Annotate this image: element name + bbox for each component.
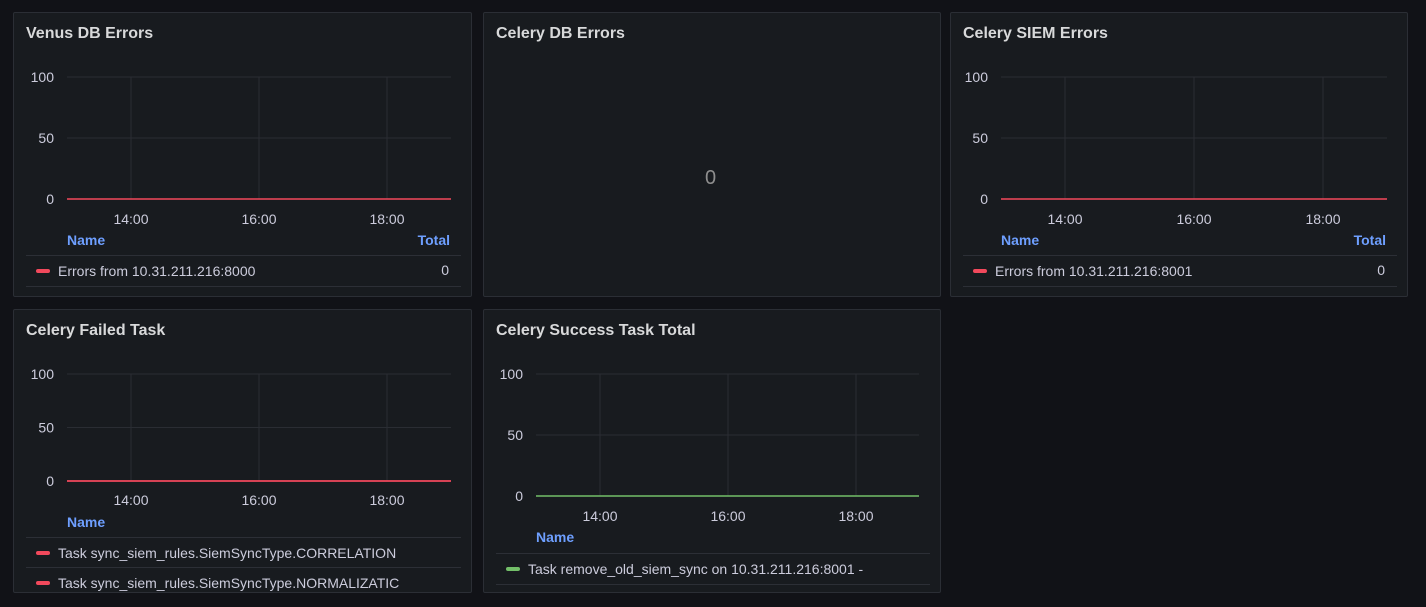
legend-header-name[interactable]: Name: [67, 232, 105, 248]
series-color-swatch: [36, 551, 50, 555]
x-tick-label: 18:00: [838, 508, 873, 524]
x-tick-label: 18:00: [1305, 211, 1340, 227]
x-tick-label: 18:00: [369, 492, 404, 508]
legend-item[interactable]: Errors from 10.31.211.216:8001 0: [963, 255, 1397, 287]
legend-header-name[interactable]: Name: [1001, 232, 1039, 248]
timeseries-chart[interactable]: 100 50 0 14:00 16:00 18:00: [14, 310, 472, 515]
x-tick-label: 16:00: [1176, 211, 1211, 227]
series-color-swatch: [36, 581, 50, 585]
legend-label: Errors from 10.31.211.216:8000: [58, 263, 256, 279]
panel-celery-failed-task[interactable]: Celery Failed Task 100 50 0 14:00 16:00 18:00…: [13, 309, 472, 593]
x-tick-label: 18:00: [369, 211, 404, 227]
series-color-swatch: [36, 269, 50, 273]
legend-label: Task sync_siem_rules.SiemSyncType.CORREL…: [58, 545, 397, 561]
legend-item[interactable]: Task sync_siem_rules.SiemSyncType.NORMAL…: [26, 567, 461, 592]
legend-header-total[interactable]: Total: [1354, 232, 1386, 248]
y-tick-label: 100: [500, 366, 524, 382]
series-color-swatch: [973, 269, 987, 273]
legend-header-name[interactable]: Name: [67, 514, 105, 530]
y-tick-label: 0: [515, 488, 523, 504]
x-tick-label: 14:00: [582, 508, 617, 524]
panel-celery-siem-errors[interactable]: Celery SIEM Errors 100 50 0 14:00 16:00 18:00…: [950, 12, 1408, 297]
panel-celery-success-task-total[interactable]: Celery Success Task Total 100 50 0 14:00 16:…: [483, 309, 941, 593]
legend-header-name[interactable]: Name: [536, 529, 574, 545]
series-color-swatch: [506, 567, 520, 571]
x-tick-label: 16:00: [241, 211, 276, 227]
x-tick-label: 16:00: [241, 492, 276, 508]
legend-total-value: 0: [1377, 262, 1385, 278]
y-tick-label: 50: [507, 427, 523, 443]
legend-item[interactable]: Task remove_old_siem_sync on 10.31.211.2…: [496, 553, 930, 585]
timeseries-chart[interactable]: 100 50 0 14:00 16:00 18:00: [951, 13, 1408, 243]
x-tick-label: 14:00: [1047, 211, 1082, 227]
legend-item[interactable]: Errors from 10.31.211.216:8000 0: [26, 255, 461, 287]
y-tick-label: 100: [965, 69, 989, 85]
stat-value: 0: [705, 167, 717, 189]
legend-item[interactable]: Task sync_siem_rules.SiemSyncType.CORREL…: [26, 537, 461, 568]
timeseries-chart[interactable]: 100 50 0 14:00 16:00 18:00: [14, 13, 472, 243]
y-tick-label: 100: [31, 366, 55, 382]
y-tick-label: 0: [46, 473, 54, 489]
y-tick-label: 0: [46, 191, 54, 207]
panel-title[interactable]: Celery DB Errors: [496, 25, 625, 43]
y-tick-label: 100: [31, 69, 55, 85]
legend-label: Errors from 10.31.211.216:8001: [995, 263, 1193, 279]
panel-venus-db-errors[interactable]: Venus DB Errors 100 50 0 14:00 16:00 18:00 Na…: [13, 12, 472, 297]
legend-label: Task sync_siem_rules.SiemSyncType.NORMAL…: [58, 575, 400, 591]
timeseries-chart[interactable]: 100 50 0 14:00 16:00 18:00: [484, 310, 941, 530]
x-tick-label: 14:00: [113, 211, 148, 227]
y-tick-label: 50: [38, 130, 54, 146]
x-tick-label: 16:00: [710, 508, 745, 524]
legend-total-value: 0: [441, 262, 449, 278]
y-tick-label: 50: [972, 130, 988, 146]
legend-label: Task remove_old_siem_sync on 10.31.211.2…: [528, 561, 864, 577]
legend-header-total[interactable]: Total: [418, 232, 450, 248]
x-tick-label: 14:00: [113, 492, 148, 508]
y-tick-label: 50: [38, 420, 54, 436]
panel-celery-db-errors[interactable]: Celery DB Errors 0: [483, 12, 941, 297]
y-tick-label: 0: [980, 191, 988, 207]
